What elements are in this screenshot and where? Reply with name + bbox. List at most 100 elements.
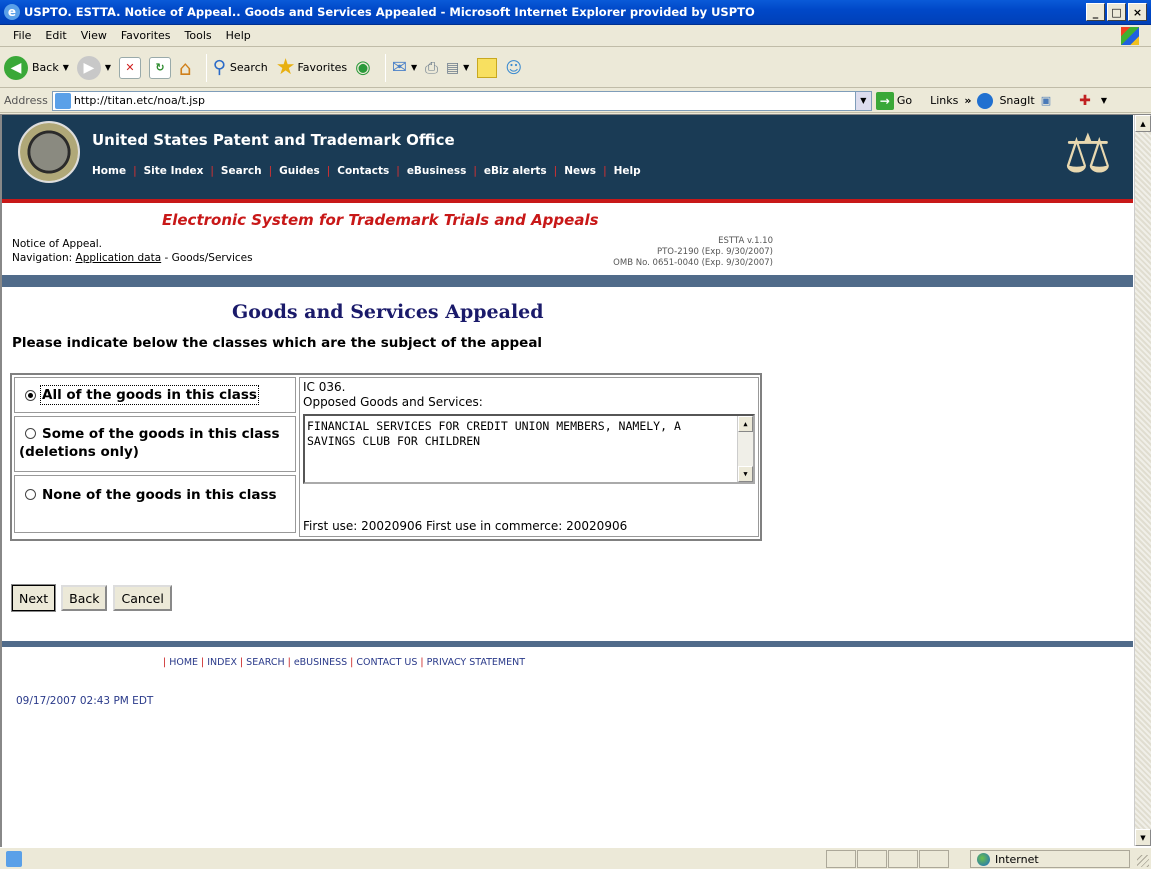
nav-site-index[interactable]: Site Index: [144, 165, 204, 177]
stop-icon: ✕: [119, 56, 142, 79]
home-button[interactable]: ⌂: [179, 56, 192, 80]
address-label: Address: [4, 94, 48, 107]
option-none-goods[interactable]: None of the goods in this class: [14, 475, 296, 533]
search-button[interactable]: ⚲ Search: [213, 57, 268, 78]
nav-search[interactable]: Search: [221, 165, 262, 177]
breadcrumb-prefix: Navigation:: [12, 252, 76, 264]
scales-of-justice-icon: ⚖: [1063, 122, 1113, 185]
footer-index[interactable]: INDEX: [207, 657, 237, 668]
nav-help[interactable]: Help: [614, 165, 641, 177]
option-all-goods-label: All of the goods in this class: [40, 385, 259, 405]
textarea-scrollbar[interactable]: ▲ ▼: [737, 416, 753, 482]
history-button[interactable]: ◉: [355, 57, 371, 78]
address-input[interactable]: http://titan.etc/noa/t.jsp ▼: [51, 90, 872, 111]
radio-all-goods[interactable]: [25, 389, 36, 401]
stop-button[interactable]: ✕: [119, 56, 142, 79]
status-pane: [919, 850, 949, 868]
forward-dropdown-icon[interactable]: ▼: [105, 63, 111, 72]
radio-none-goods[interactable]: [25, 489, 36, 500]
option-all-goods[interactable]: All of the goods in this class: [14, 377, 296, 413]
estta-header: Electronic System for Trademark Trials a…: [2, 203, 1133, 275]
favorites-button[interactable]: ★ Favorites: [276, 55, 347, 80]
maximize-button[interactable]: □: [1107, 3, 1126, 21]
nav-guides[interactable]: Guides: [279, 165, 320, 177]
back-arrow-icon: ◀: [4, 55, 28, 80]
menu-favorites[interactable]: Favorites: [114, 29, 178, 42]
menu-tools[interactable]: Tools: [178, 29, 219, 42]
back-label: Back: [32, 61, 59, 74]
window-title: USPTO. ESTTA. Notice of Appeal.. Goods a…: [24, 5, 755, 19]
scroll-up-icon[interactable]: ▲: [738, 416, 753, 432]
windows-flag-icon: [1121, 27, 1139, 45]
edit-dropdown-icon[interactable]: ▼: [463, 63, 469, 72]
instruction-text: Please indicate below the classes which …: [12, 335, 543, 351]
minimize-button[interactable]: _: [1086, 3, 1105, 21]
option-none-goods-label: None of the goods in this class: [42, 487, 277, 503]
pdf-dropdown-icon[interactable]: ▼: [1101, 96, 1107, 105]
nav-contacts[interactable]: Contacts: [337, 165, 389, 177]
scroll-down-icon[interactable]: ▼: [738, 466, 753, 482]
status-pane: [826, 850, 856, 868]
resize-grip[interactable]: [1137, 855, 1149, 867]
nav-home[interactable]: Home: [92, 165, 126, 177]
snagit-window-icon[interactable]: ▣: [1041, 94, 1051, 107]
estta-title: Electronic System for Trademark Trials a…: [162, 211, 599, 229]
breadcrumb-application-data[interactable]: Application data: [76, 252, 162, 264]
links-label[interactable]: Links: [930, 94, 958, 107]
first-use-dates: First use: 20020906 First use in commerc…: [303, 519, 628, 533]
footer-contact-us[interactable]: CONTACT US: [356, 657, 417, 668]
mail-button[interactable]: ✉ ▼: [392, 57, 417, 78]
menu-file[interactable]: File: [6, 29, 38, 42]
page-icon: [54, 92, 71, 109]
page-scroll-up-icon[interactable]: ▲: [1135, 115, 1151, 132]
radio-some-goods[interactable]: [25, 428, 36, 439]
footer-ebusiness[interactable]: eBUSINESS: [294, 657, 347, 668]
option-some-goods-label: Some of the goods in this class (deletio…: [19, 426, 280, 460]
page-scroll-down-icon[interactable]: ▼: [1135, 829, 1151, 846]
option-some-goods[interactable]: Some of the goods in this class (deletio…: [14, 416, 296, 472]
page-scrollbar[interactable]: ▲ ▼: [1134, 115, 1151, 846]
refresh-button[interactable]: ↻: [149, 56, 172, 79]
menu-view[interactable]: View: [74, 29, 114, 42]
favorites-label: Favorites: [297, 61, 348, 74]
menu-edit[interactable]: Edit: [38, 29, 73, 42]
next-button[interactable]: Next: [10, 584, 57, 612]
pdf-icon[interactable]: ✚: [1079, 93, 1091, 109]
back-dropdown-icon[interactable]: ▼: [63, 63, 69, 72]
close-button[interactable]: ×: [1128, 3, 1147, 21]
notes-button[interactable]: [477, 57, 498, 78]
menu-bar: File Edit View Favorites Tools Help: [0, 25, 1151, 47]
footer-home[interactable]: HOME: [169, 657, 198, 668]
footer-search[interactable]: SEARCH: [246, 657, 284, 668]
form-info: ESTTA v.1.10 PTO-2190 (Exp. 9/30/2007) O…: [613, 236, 773, 269]
uspto-banner: United States Patent and Trademark Offic…: [2, 115, 1133, 199]
security-zone: Internet: [970, 850, 1130, 868]
address-dropdown-icon[interactable]: ▼: [854, 91, 871, 110]
address-bar: Address http://titan.etc/noa/t.jsp ▼ → G…: [0, 89, 1151, 113]
cancel-button[interactable]: Cancel: [113, 585, 172, 611]
chevron-icon[interactable]: »: [964, 94, 971, 107]
messenger-icon: ☺: [505, 58, 523, 77]
edit-button[interactable]: ▤ ▼: [446, 60, 469, 76]
footer-privacy[interactable]: PRIVACY STATEMENT: [427, 657, 525, 668]
mail-dropdown-icon[interactable]: ▼: [411, 63, 417, 72]
uspto-title: United States Patent and Trademark Offic…: [92, 131, 455, 149]
menu-help[interactable]: Help: [219, 29, 258, 42]
footer-divider: [2, 641, 1133, 647]
toolbar-separator: [384, 53, 386, 82]
window-title-bar: e USPTO. ESTTA. Notice of Appeal.. Goods…: [0, 0, 1151, 25]
go-button[interactable]: → Go: [875, 91, 912, 110]
goods-textarea[interactable]: FINANCIAL SERVICES FOR CREDIT UNION MEMB…: [303, 414, 755, 484]
messenger-button[interactable]: ☺: [505, 58, 522, 77]
address-url[interactable]: http://titan.etc/noa/t.jsp: [74, 94, 855, 107]
nav-news[interactable]: News: [564, 165, 596, 177]
nav-ebiz-alerts[interactable]: eBiz alerts: [484, 165, 547, 177]
back-form-button[interactable]: Back: [61, 585, 108, 611]
class-code: IC 036.: [303, 380, 346, 394]
back-button[interactable]: ◀ Back ▼: [4, 55, 69, 80]
forward-button[interactable]: ▶ ▼: [76, 55, 111, 80]
nav-ebusiness[interactable]: eBusiness: [407, 165, 467, 177]
search-label: Search: [229, 61, 268, 74]
snagit-button[interactable]: SnagIt: [999, 94, 1034, 107]
print-button[interactable]: ⎙: [425, 58, 438, 78]
